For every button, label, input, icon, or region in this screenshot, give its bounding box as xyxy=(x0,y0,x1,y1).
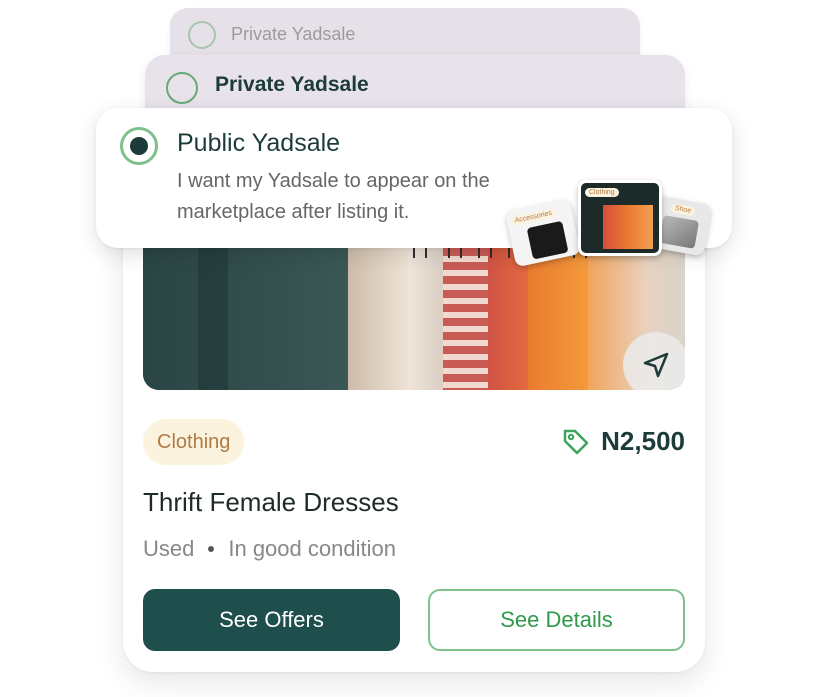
option-title: Private Yadsale xyxy=(231,24,356,44)
separator-dot xyxy=(208,546,215,552)
thumbnail-clothing: Clothing xyxy=(578,180,662,256)
option-title: Private Yadsale xyxy=(215,73,369,96)
category-tag: Clothing xyxy=(143,419,245,465)
listing-card: Clothing N2,500 Thrift Female Dresses Us… xyxy=(123,200,705,672)
radio-button[interactable] xyxy=(166,72,198,104)
option-title: Public Yadsale xyxy=(177,129,341,157)
radio-dot xyxy=(130,137,148,155)
see-offers-button[interactable]: See Offers xyxy=(143,589,400,651)
radio-button[interactable] xyxy=(188,21,216,49)
send-icon xyxy=(643,352,669,378)
option-description: I want my Yadsale to appear on the marke… xyxy=(177,170,490,223)
thumbnail-label: Shoe xyxy=(670,203,696,217)
option-card-public[interactable]: Public Yadsale I want my Yadsale to appe… xyxy=(96,108,732,268)
price: N2,500 xyxy=(601,426,685,456)
radio-button-selected[interactable] xyxy=(120,127,158,165)
listing-title: Thrift Female Dresses xyxy=(143,487,399,517)
thumbnail-label: Clothing xyxy=(585,188,619,197)
listing-condition: Used In good condition xyxy=(143,536,396,562)
share-button[interactable] xyxy=(623,332,685,390)
price-tag-icon xyxy=(563,429,589,454)
price-block: N2,500 xyxy=(561,426,685,457)
condition-detail: In good condition xyxy=(228,536,396,561)
condition-type: Used xyxy=(143,536,195,561)
see-details-button[interactable]: See Details xyxy=(428,589,685,651)
